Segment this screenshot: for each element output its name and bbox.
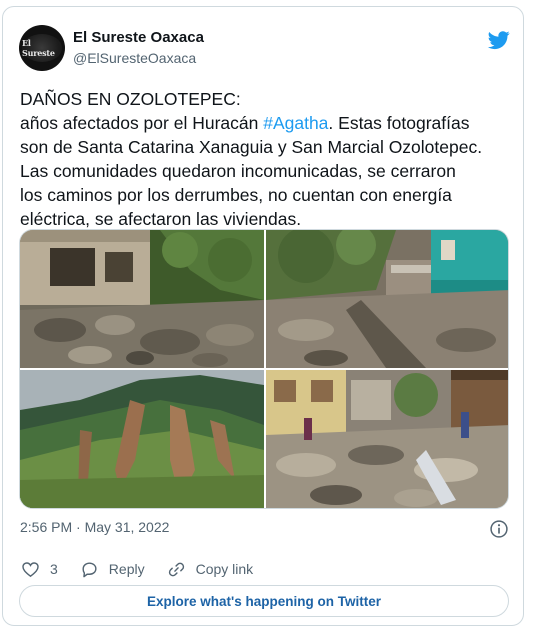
- tweet-card: El Sureste El Sureste Oaxaca @ElSuresteO…: [2, 6, 524, 626]
- avatar[interactable]: El Sureste: [19, 25, 65, 71]
- tweet-line-5: los caminos por los derrumbes, no cuenta…: [20, 185, 452, 205]
- speech-bubble-icon: [82, 561, 97, 577]
- tweet-line-2: años afectados por el Huracán #Agatha. E…: [20, 111, 515, 135]
- hashtag-link[interactable]: #Agatha: [263, 113, 328, 133]
- reply-label: Reply: [108, 561, 145, 577]
- tweet-timestamp[interactable]: 2:56 PM · May 31, 2022: [20, 519, 169, 535]
- tweet-line-4: Las comunidades quedaron incomunicadas, …: [20, 161, 456, 181]
- tweet-text-fragment: años afectados por el Huracán: [20, 113, 264, 133]
- avatar-logo: El Sureste: [22, 34, 62, 62]
- explore-button[interactable]: Explore what's happening on Twitter: [19, 585, 509, 617]
- media-grid: [19, 229, 509, 509]
- like-count: 3: [50, 561, 58, 577]
- action-bar: 3 Reply Copy link: [21, 557, 275, 581]
- info-icon[interactable]: [489, 519, 509, 539]
- photo-landslide-road[interactable]: [266, 230, 508, 368]
- tweet-line-3: son de Santa Catarina Xanaguia y San Mar…: [20, 137, 483, 157]
- tweet-line-6: eléctrica, se afectaron las viviendas.: [20, 209, 302, 229]
- copy-link-label: Copy link: [195, 561, 254, 577]
- tweet-text: DAÑOS EN OZOLOTEPEC: años afectados por …: [20, 87, 515, 231]
- author-handle[interactable]: @ElSuresteOaxaca: [73, 50, 196, 66]
- copy-link-button[interactable]: Copy link: [167, 560, 254, 579]
- photo-destroyed-street[interactable]: [266, 370, 508, 508]
- photo-damaged-house[interactable]: [20, 230, 264, 368]
- link-icon: [168, 562, 184, 576]
- twitter-bird-icon[interactable]: [487, 29, 511, 51]
- reply-button[interactable]: Reply: [80, 560, 145, 579]
- tweet-text-fragment: . Estas fotografías: [328, 113, 470, 133]
- heart-icon: [22, 561, 39, 577]
- photo-mountain-landslides[interactable]: [20, 370, 264, 508]
- like-button[interactable]: 3: [21, 560, 58, 579]
- tweet-line-1: DAÑOS EN OZOLOTEPEC:: [20, 89, 241, 109]
- author-name[interactable]: El Sureste Oaxaca: [73, 29, 204, 46]
